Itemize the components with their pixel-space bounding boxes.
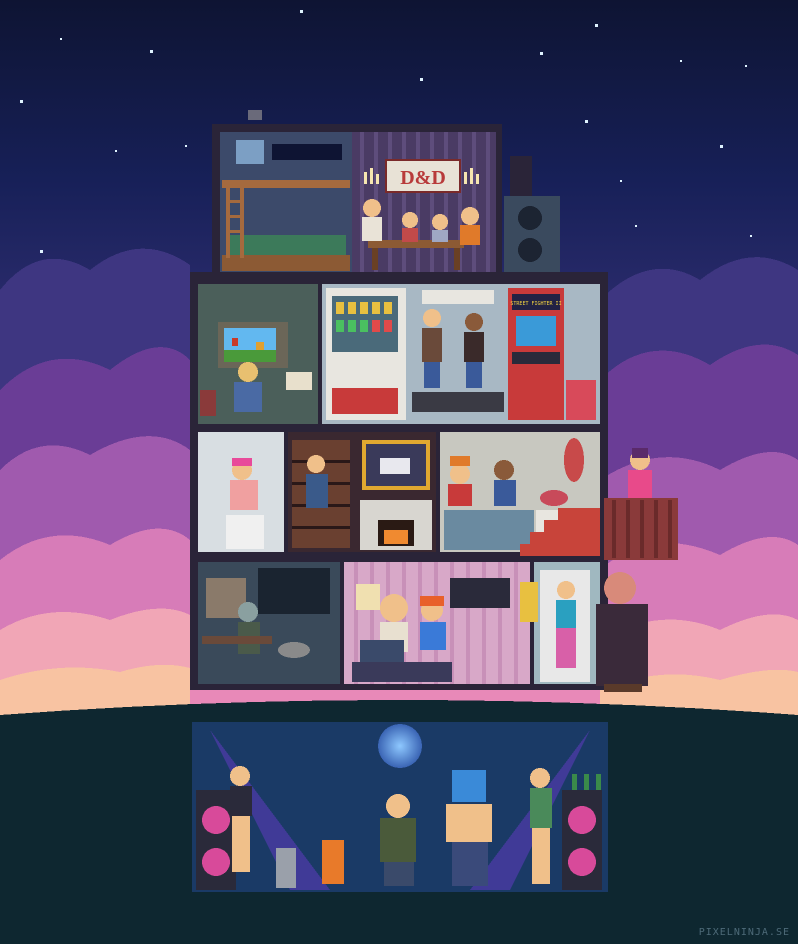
dnd-banner-text: D&D xyxy=(400,167,446,189)
artist-credit: PIXELNINJA.SE xyxy=(698,927,790,938)
bird-on-roof xyxy=(248,110,262,120)
room-disco-basement xyxy=(192,722,608,892)
building: D&D STREET FIGHTER II xyxy=(190,124,608,690)
arcade-marquee: STREET FIGHTER II xyxy=(510,301,561,307)
pixel-art-scene: D&D STREET FIGHTER II xyxy=(0,0,798,944)
disco-ball xyxy=(378,724,422,768)
